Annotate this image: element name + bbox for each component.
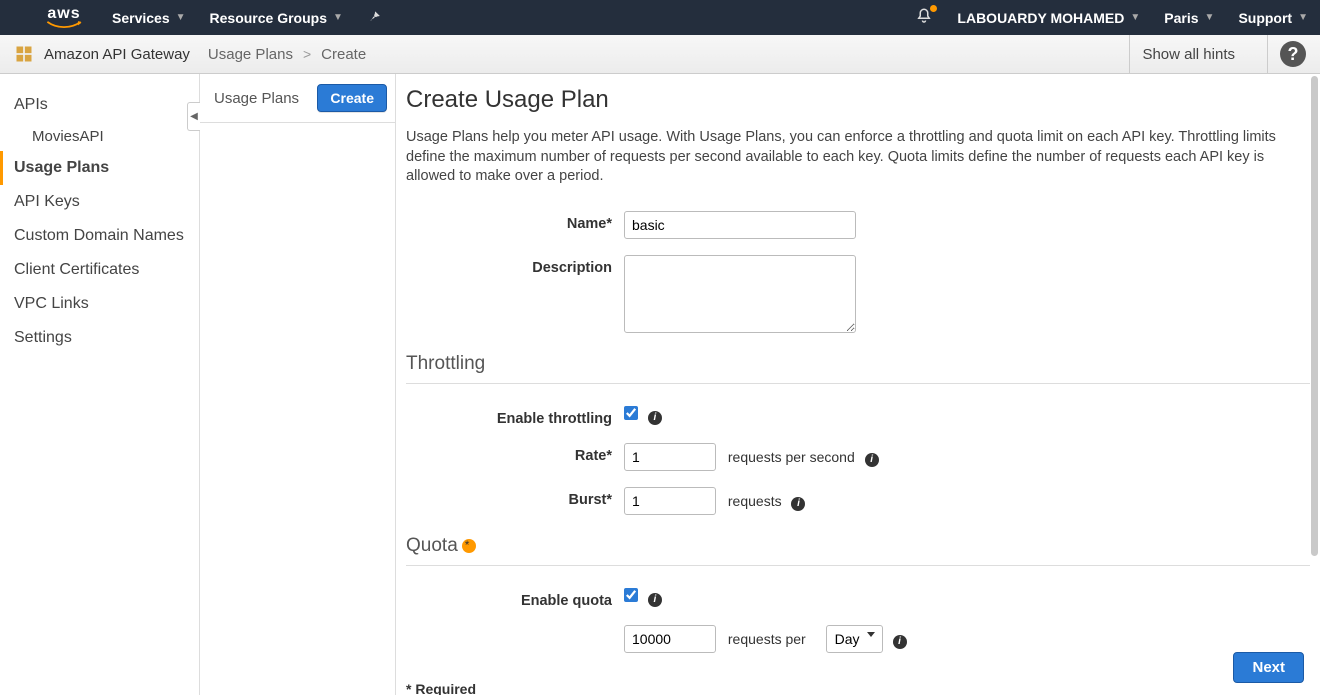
breadcrumb-page[interactable]: Create xyxy=(321,46,366,63)
next-button[interactable]: Next xyxy=(1233,652,1304,683)
divider xyxy=(1129,35,1130,73)
section-throttling: Throttling xyxy=(406,353,1310,384)
sidebar-item-custom-domains[interactable]: Custom Domain Names xyxy=(0,219,199,253)
secondary-panel-title: Usage Plans xyxy=(214,90,299,107)
enable-quota-checkbox[interactable] xyxy=(624,588,638,602)
info-icon[interactable]: i xyxy=(648,593,662,607)
collapse-panel-icon[interactable]: ◀ xyxy=(187,102,200,131)
burst-suffix: requests xyxy=(728,493,782,509)
sidebar-item-vpc-links[interactable]: VPC Links xyxy=(0,287,199,321)
label-description: Description xyxy=(406,255,624,276)
sidebar-item-usage-plans[interactable]: Usage Plans xyxy=(0,151,199,185)
rate-suffix: requests per second xyxy=(728,449,855,465)
sidebar-item-api-keys[interactable]: API Keys xyxy=(0,185,199,219)
breadcrumb-bar: Amazon API Gateway Usage Plans > Create … xyxy=(0,35,1320,74)
quota-badge-icon xyxy=(462,539,476,553)
sidebar: APIs MoviesAPI Usage Plans API Keys Cust… xyxy=(0,74,200,695)
notification-dot-icon xyxy=(930,5,937,12)
quota-value-input[interactable] xyxy=(624,625,716,653)
nav-services[interactable]: Services▼ xyxy=(112,10,186,26)
create-button[interactable]: Create xyxy=(317,84,387,112)
form-area: Create Usage Plan Usage Plans help you m… xyxy=(396,74,1320,695)
quota-period-select[interactable]: Day xyxy=(826,625,883,653)
label-burst: Burst* xyxy=(406,487,624,508)
section-quota: Quota xyxy=(406,535,1310,566)
breadcrumb-section[interactable]: Usage Plans xyxy=(208,46,293,63)
main-layout: APIs MoviesAPI Usage Plans API Keys Cust… xyxy=(0,74,1320,695)
secondary-panel: ◀ Usage Plans Create xyxy=(200,74,396,695)
info-icon[interactable]: i xyxy=(893,635,907,649)
aws-logo[interactable]: aws xyxy=(46,7,82,28)
chevron-down-icon: ▼ xyxy=(333,12,343,23)
sidebar-item-moviesapi[interactable]: MoviesAPI xyxy=(0,122,199,151)
label-enable-throttling: Enable throttling xyxy=(406,406,624,427)
nav-account[interactable]: LABOUARDY MOHAMED▼ xyxy=(957,10,1140,26)
nav-region[interactable]: Paris▼ xyxy=(1164,10,1214,26)
quota-suffix: requests per xyxy=(728,631,806,647)
page-title: Create Usage Plan xyxy=(406,86,1310,114)
help-icon[interactable]: ? xyxy=(1280,41,1306,67)
label-rate: Rate* xyxy=(406,443,624,464)
enable-throttling-checkbox[interactable] xyxy=(624,406,638,420)
nav-resource-groups[interactable]: Resource Groups▼ xyxy=(210,10,343,26)
notifications-icon[interactable] xyxy=(915,7,933,28)
label-quota-empty xyxy=(406,625,624,630)
info-icon[interactable]: i xyxy=(648,411,662,425)
label-enable-quota: Enable quota xyxy=(406,588,624,609)
chevron-down-icon: ▼ xyxy=(1298,12,1308,23)
chevron-down-icon: ▼ xyxy=(1205,12,1215,23)
sidebar-item-client-certs[interactable]: Client Certificates xyxy=(0,253,199,287)
info-icon[interactable]: i xyxy=(865,453,879,467)
chevron-down-icon: ▼ xyxy=(176,12,186,23)
show-hints-link[interactable]: Show all hints xyxy=(1142,46,1235,63)
top-nav: aws Services▼ Resource Groups▼ LABOUARDY… xyxy=(0,0,1320,35)
required-note: * Required xyxy=(406,681,1310,695)
sidebar-item-settings[interactable]: Settings xyxy=(0,321,199,355)
rate-input[interactable] xyxy=(624,443,716,471)
aws-smile-icon xyxy=(46,21,82,28)
chevron-down-icon: ▼ xyxy=(1130,12,1140,23)
scrollbar[interactable] xyxy=(1311,76,1318,556)
name-input[interactable] xyxy=(624,211,856,239)
label-name: Name* xyxy=(406,211,624,232)
divider xyxy=(1267,35,1268,73)
description-textarea[interactable] xyxy=(624,255,856,333)
burst-input[interactable] xyxy=(624,487,716,515)
breadcrumb-separator: > xyxy=(303,46,311,62)
nav-support[interactable]: Support▼ xyxy=(1238,10,1308,26)
service-cube-icon xyxy=(14,44,34,64)
breadcrumb-service[interactable]: Amazon API Gateway xyxy=(44,46,190,63)
secondary-panel-header: Usage Plans Create xyxy=(200,74,395,123)
info-icon[interactable]: i xyxy=(791,497,805,511)
pin-icon[interactable] xyxy=(367,9,381,26)
page-description: Usage Plans help you meter API usage. Wi… xyxy=(406,128,1310,187)
sidebar-item-apis[interactable]: APIs xyxy=(0,88,199,122)
